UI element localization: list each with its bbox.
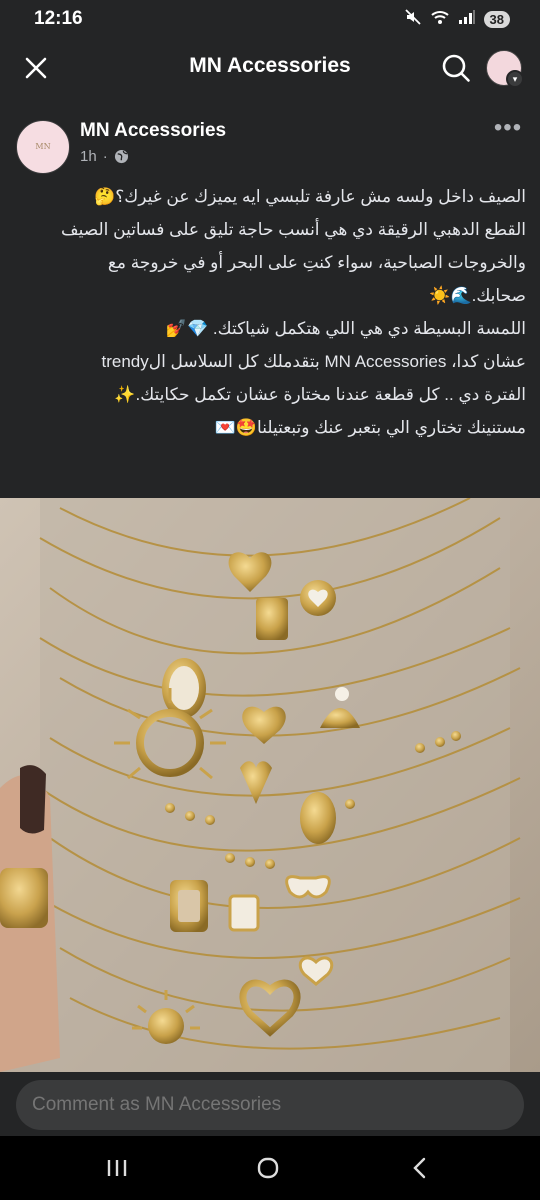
back-button[interactable] <box>400 1150 440 1186</box>
battery-indicator: 38 <box>483 10 510 28</box>
necklace-photo-illustration <box>0 498 540 1072</box>
signal-icon <box>458 9 476 29</box>
status-bar: 12:16 38 <box>0 0 540 40</box>
status-time: 12:16 <box>34 8 83 29</box>
home-icon <box>257 1157 279 1179</box>
globe-icon <box>114 149 128 164</box>
recents-button[interactable] <box>97 1150 137 1186</box>
post-time[interactable]: 1h <box>80 148 97 165</box>
avatar-logo-text: MN <box>35 141 51 151</box>
post-line: الصيف داخل ولسه مش عارفة تلبسي ايه يميزك… <box>94 187 526 206</box>
more-options-button[interactable]: ••• <box>492 116 524 140</box>
post-line: صحابك.🌊☀️ <box>429 286 526 305</box>
post-author-avatar[interactable]: MN <box>16 120 70 174</box>
mute-icon <box>404 8 422 30</box>
post-line: اللمسة البسيطة دي هي اللي هتكمل شياكتك. … <box>165 319 526 338</box>
home-button[interactable] <box>248 1150 288 1186</box>
search-button[interactable] <box>438 50 474 86</box>
comment-bar <box>0 1072 540 1136</box>
comment-input[interactable] <box>16 1080 524 1130</box>
post-meta: 1h · <box>80 148 129 165</box>
post-photo[interactable] <box>0 498 540 1072</box>
wifi-icon <box>430 8 450 30</box>
back-icon <box>413 1157 426 1179</box>
post-line: مستنينك تختاري الي بتعبر عنك وتبعتيلنا🤩💌 <box>214 418 526 437</box>
profile-switcher-button[interactable]: ▾ <box>486 50 524 88</box>
post-line: عشان كدا، MN Accessories بتقدملك كل السل… <box>101 352 527 371</box>
status-icons: 38 <box>404 8 510 30</box>
system-nav-bar <box>0 1136 540 1200</box>
recents-icon <box>107 1160 127 1176</box>
search-icon <box>442 54 470 82</box>
app-bar: MN Accessories ▾ <box>0 40 540 96</box>
post: MN MN Accessories 1h · ••• الصيف داخل ول… <box>0 96 540 498</box>
post-line: القطع الدهبي الرقيقة دي هي أنسب حاجة تلي… <box>61 220 526 239</box>
chevron-down-icon: ▾ <box>506 70 524 88</box>
post-text: الصيف داخل ولسه مش عارفة تلبسي ايه يميزك… <box>12 180 526 444</box>
post-author-name[interactable]: MN Accessories <box>80 120 226 142</box>
separator-dot: · <box>102 148 108 165</box>
post-line: والخروجات الصباحية، سواء كنتِ على البحر … <box>107 253 526 272</box>
more-icon: ••• <box>493 114 523 141</box>
post-line: الفترة دي .. كل قطعة عندنا مختارة عشان ت… <box>114 385 526 404</box>
